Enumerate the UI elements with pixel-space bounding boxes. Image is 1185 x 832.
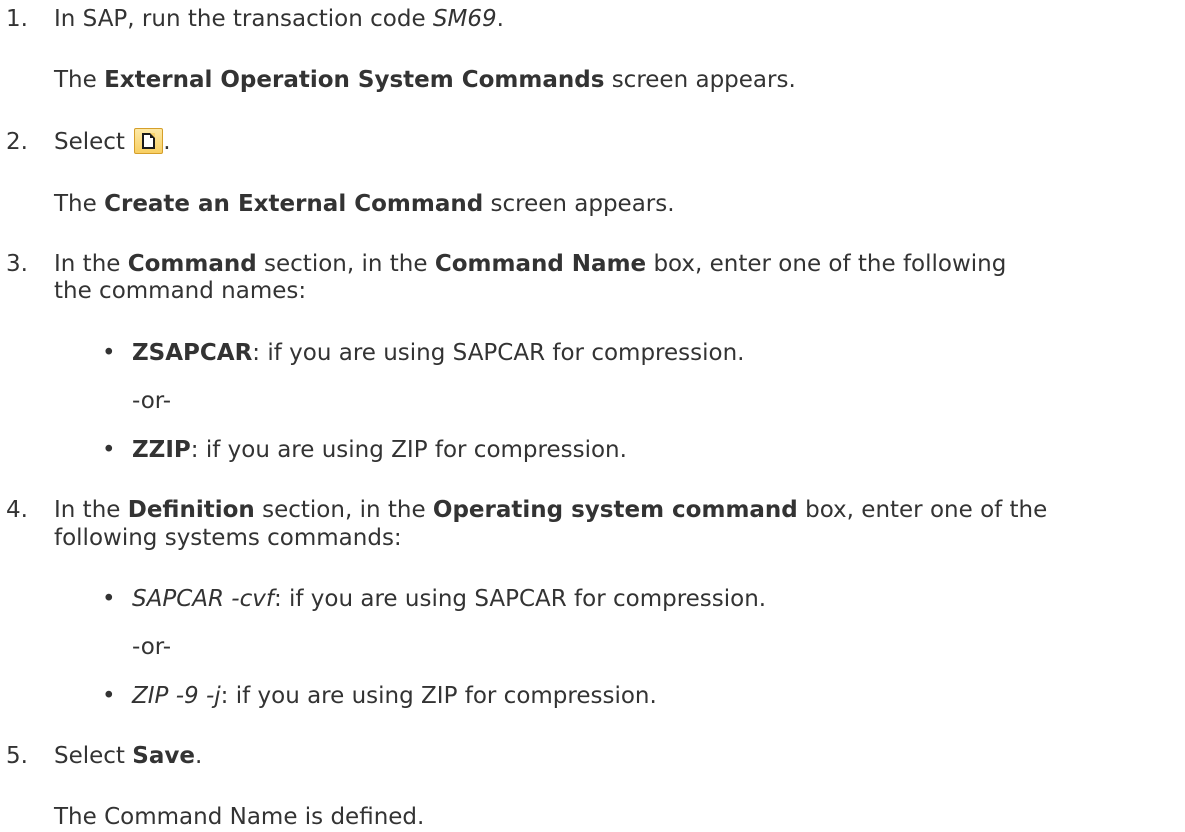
text-run: section, in the [256,251,435,277]
step-number: 1. [6,6,28,32]
screen-name: Create an External Command [104,191,484,217]
step-number: 5. [6,743,28,769]
or-text: -or- [132,388,172,414]
command-name: ZSAPCAR [132,340,253,366]
step-text: Select Save. [54,741,202,771]
text-run: . [194,743,203,769]
text-run: . [163,129,171,155]
text-run: following systems commands: [54,525,402,551]
step-number: 4. [6,497,28,523]
result-text: The External Operation System Commands s… [54,65,796,95]
transaction-code: SM69 [432,6,497,32]
system-command: ZIP -9 -j [132,683,221,709]
text-run: box, enter one of the [797,497,1048,523]
text-run: In the [54,251,128,277]
page-shape [142,133,156,149]
step-text: In the Command section, in the Command N… [54,249,1006,279]
bullet-text: ZSAPCAR: if you are using SAPCAR for com… [132,338,744,368]
text-run: screen appears. [604,67,796,93]
step-text: In SAP, run the transaction code SM69. [54,4,504,34]
text-run: : if you are using SAPCAR for compressio… [252,340,745,366]
or-text: -or- [132,634,172,660]
text-run: The [54,67,105,93]
section-name: Command [127,251,257,277]
result-text: The Create an External Command screen ap… [54,189,675,219]
screen-name: External Operation System Commands [104,67,605,93]
text-run: The [54,191,105,217]
section-name: Definition [127,497,255,523]
step-text: Select . [54,127,171,157]
text-run: . [496,6,504,32]
field-name: Operating system command [432,497,798,523]
step-text: In the Definition section, in the Operat… [54,495,1047,525]
field-name: Command Name [434,251,647,277]
page-fold [150,133,156,138]
text-run: Select [54,743,133,769]
bullet-text: SAPCAR -cvf: if you are using SAPCAR for… [132,584,766,614]
command-name: ZZIP [132,437,191,463]
text-run: screen appears. [483,191,675,217]
bullet-icon: • [102,437,116,463]
bullet-text: ZZIP: if you are using ZIP for compressi… [132,435,627,465]
bullet-icon: • [102,683,116,709]
text-run: : if you are using SAPCAR for compressio… [273,586,767,612]
text-run: : if you are using ZIP for compression. [220,683,657,709]
bullet-icon: • [102,340,116,366]
text-run: In the [54,497,128,523]
button-name: Save [132,743,195,769]
text-run: the command names: [54,278,307,304]
bullet-text: ZIP -9 -j: if you are using ZIP for comp… [132,681,657,711]
system-command: SAPCAR -cvf [132,586,274,612]
new-document-icon [134,128,164,154]
step-number: 3. [6,251,28,277]
bullet-icon: • [102,586,116,612]
text-run: box, enter one of the following [646,251,1007,277]
text-run: Select [54,129,133,155]
result-text: The Command Name is defined. [54,804,425,830]
step-number: 2. [6,129,28,155]
text-run: : if you are using ZIP for compression. [190,437,627,463]
text-run: section, in the [254,497,433,523]
text-run: In SAP, run the transaction code [54,6,433,32]
